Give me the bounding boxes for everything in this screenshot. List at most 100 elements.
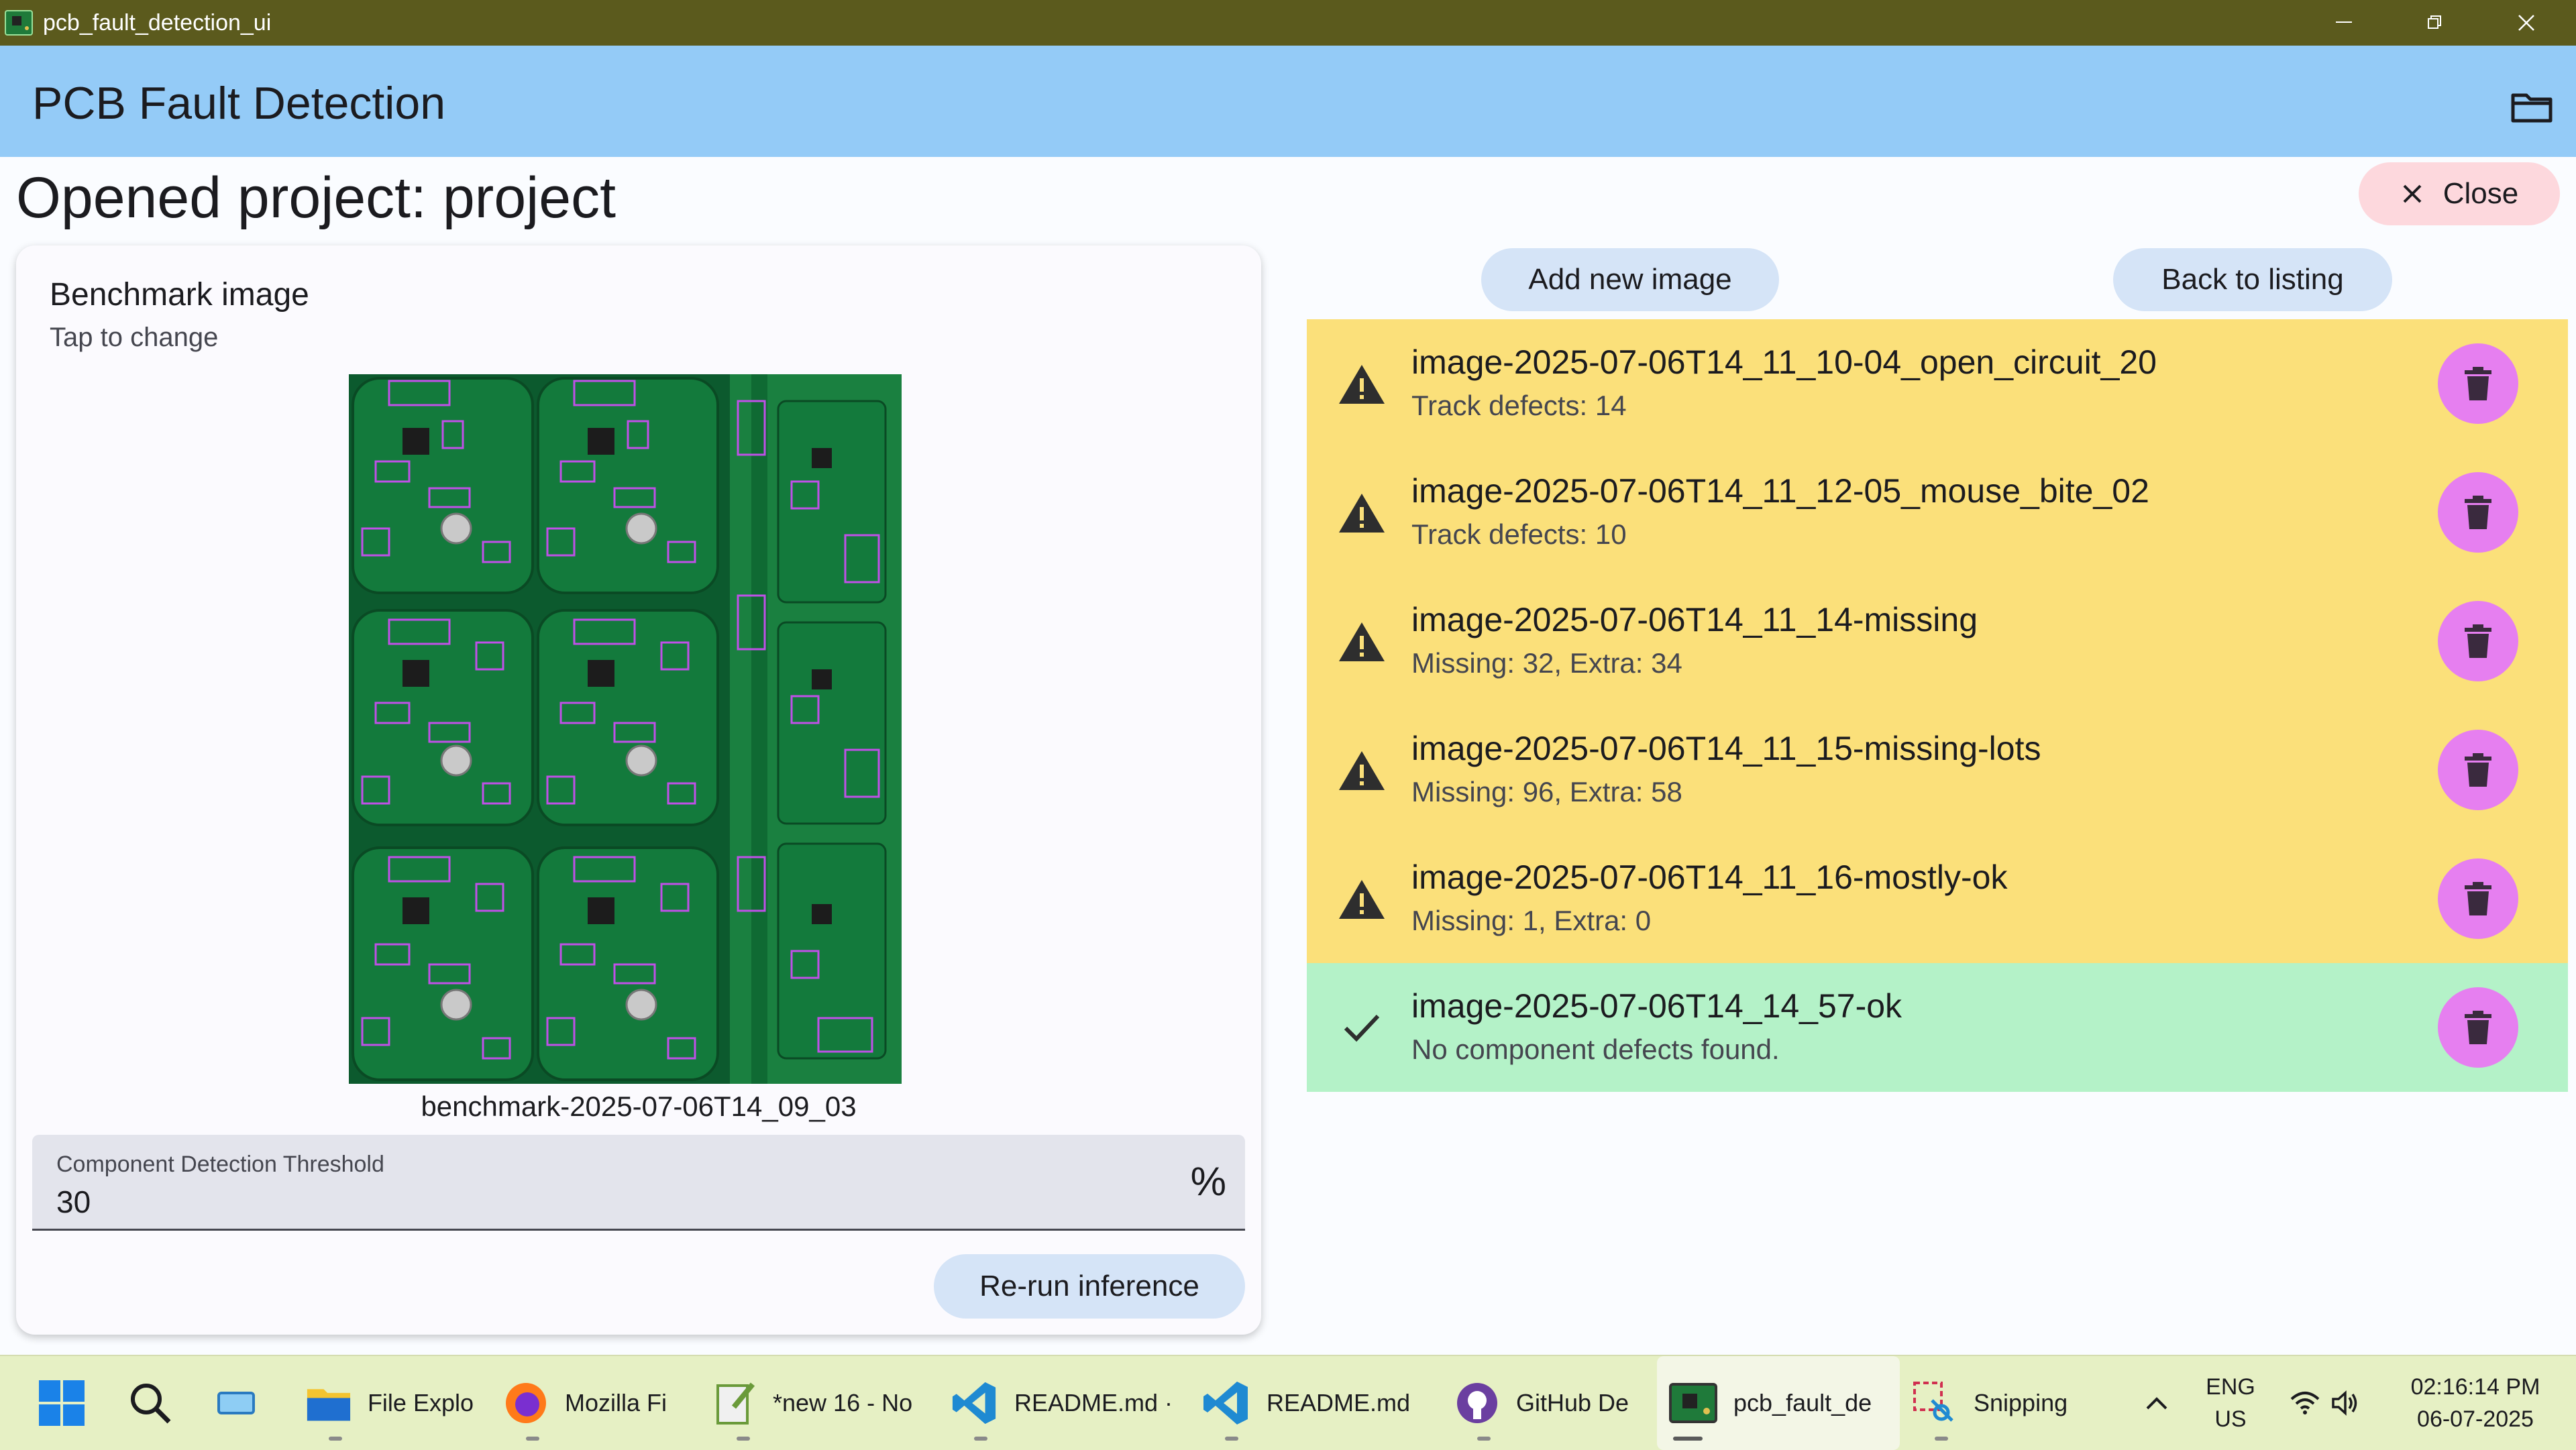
- minimize-button[interactable]: [2298, 0, 2390, 46]
- delete-button[interactable]: [2438, 601, 2518, 681]
- pcb-app-icon: [5, 10, 33, 36]
- close-label: Close: [2443, 177, 2519, 210]
- search-button[interactable]: [127, 1356, 188, 1450]
- threshold-input[interactable]: 30: [56, 1183, 91, 1221]
- threshold-field[interactable]: Component Detection Threshold 30 %: [32, 1135, 1245, 1231]
- restore-icon: [2428, 15, 2441, 29]
- file-explorer-icon: [307, 1389, 351, 1421]
- list-item[interactable]: image-2025-07-06T14_11_12-05_mouse_bite_…: [1307, 448, 2568, 577]
- restore-button[interactable]: [2390, 0, 2481, 46]
- benchmark-subtitle: Tap to change: [50, 323, 219, 352]
- back-to-listing-label: Back to listing: [2161, 263, 2344, 296]
- taskbar-app-firefox[interactable]: Mozilla Fi: [503, 1356, 671, 1450]
- trash-icon: [2465, 367, 2491, 400]
- search-icon: [131, 1384, 171, 1424]
- task-view-icon: [217, 1392, 255, 1414]
- check-icon: [1334, 1002, 1390, 1053]
- taskbar-label: *new 16 - No: [773, 1389, 913, 1416]
- rerun-inference-button[interactable]: Re-run inference: [934, 1254, 1245, 1319]
- trash-icon: [2465, 882, 2491, 915]
- language-indicator[interactable]: ENG US: [2194, 1356, 2267, 1450]
- percent-suffix: %: [1190, 1159, 1226, 1204]
- app-title: PCB Fault Detection: [32, 78, 446, 129]
- benchmark-card[interactable]: Benchmark image Tap to change benchmark-…: [16, 245, 1261, 1335]
- chevron-up-icon: [2146, 1397, 2167, 1410]
- pcb-image: [349, 374, 902, 1084]
- delete-button[interactable]: [2438, 987, 2518, 1068]
- taskbar-label: pcb_fault_de: [1733, 1389, 1872, 1416]
- image-title: image-2025-07-06T14_11_15-missing-lots: [1411, 730, 2041, 767]
- rerun-label: Re-run inference: [979, 1270, 1199, 1302]
- taskbar-app-file-explorer[interactable]: File Explo: [306, 1356, 474, 1450]
- page-title: Opened project: project: [16, 166, 616, 230]
- benchmark-image[interactable]: [349, 374, 902, 1084]
- volume-icon: [2332, 1390, 2357, 1416]
- threshold-label: Component Detection Threshold: [56, 1152, 384, 1177]
- show-hidden-icons-button[interactable]: [2133, 1356, 2180, 1450]
- running-indicator: [1225, 1437, 1238, 1441]
- taskbar-app-vscode-1[interactable]: README.md ·: [951, 1356, 1173, 1450]
- window-close-icon: [2518, 15, 2534, 31]
- image-title: image-2025-07-06T14_11_10-04_open_circui…: [1411, 343, 2157, 381]
- image-status: Track defects: 14: [1411, 390, 1627, 421]
- running-indicator: [974, 1437, 987, 1441]
- list-item[interactable]: image-2025-07-06T14_11_15-missing-lots M…: [1307, 706, 2568, 834]
- image-list: image-2025-07-06T14_11_10-04_open_circui…: [1307, 319, 2568, 1092]
- delete-button[interactable]: [2438, 858, 2518, 939]
- taskbar-label: Snipping: [1974, 1389, 2068, 1416]
- delete-button[interactable]: [2438, 343, 2518, 424]
- taskbar-app-vscode-2[interactable]: README.md: [1202, 1356, 1424, 1450]
- taskbar-label: File Explo: [367, 1389, 474, 1416]
- warning-icon: [1334, 744, 1390, 795]
- open-folder-button[interactable]: [2500, 80, 2564, 134]
- taskbar-app-github-desktop[interactable]: GitHub De: [1454, 1356, 1649, 1450]
- add-new-image-label: Add new image: [1528, 263, 1732, 296]
- running-indicator: [1673, 1437, 1703, 1441]
- start-button[interactable]: [38, 1356, 98, 1450]
- close-project-button[interactable]: Close: [2359, 162, 2560, 225]
- image-status: No component defects found.: [1411, 1034, 1780, 1065]
- network-volume-button[interactable]: [2281, 1356, 2368, 1450]
- add-new-image-button[interactable]: Add new image: [1481, 248, 1779, 311]
- list-item[interactable]: image-2025-07-06T14_11_10-04_open_circui…: [1307, 319, 2568, 448]
- taskbar-label: README.md: [1267, 1389, 1411, 1416]
- minimize-icon: [2336, 21, 2352, 23]
- benchmark-filename: benchmark-2025-07-06T14_09_03: [421, 1091, 857, 1122]
- delete-button[interactable]: [2438, 472, 2518, 553]
- firefox-icon: [506, 1383, 546, 1423]
- taskbar: File Explo Mozilla Fi *new 16 - No READM…: [0, 1355, 2576, 1450]
- image-title: image-2025-07-06T14_14_57-ok: [1411, 987, 1902, 1025]
- clock[interactable]: 02:16:14 PM 06-07-2025: [2388, 1356, 2563, 1450]
- window-close-button[interactable]: [2481, 0, 2572, 46]
- warning-icon: [1334, 616, 1390, 667]
- taskbar-label: GitHub De: [1516, 1389, 1629, 1416]
- running-indicator: [329, 1437, 342, 1441]
- taskbar-app-snipping-tool[interactable]: Snipping: [1912, 1356, 2100, 1450]
- window-title: pcb_fault_detection_ui: [43, 10, 272, 36]
- snipping-tool-icon: [1913, 1382, 1953, 1422]
- back-to-listing-button[interactable]: Back to listing: [2113, 248, 2392, 311]
- vscode-icon: [952, 1382, 996, 1425]
- list-item[interactable]: image-2025-07-06T14_14_57-ok No componen…: [1307, 963, 2568, 1092]
- warning-icon: [1334, 358, 1390, 409]
- task-view-button[interactable]: [215, 1356, 275, 1450]
- pcb-app-icon: [1669, 1383, 1717, 1423]
- trash-icon: [2465, 624, 2491, 658]
- taskbar-app-notepad[interactable]: *new 16 - No: [714, 1356, 915, 1450]
- benchmark-title: Benchmark image: [50, 277, 309, 313]
- warning-icon: [1334, 873, 1390, 924]
- warning-icon: [1334, 487, 1390, 538]
- delete-button[interactable]: [2438, 730, 2518, 810]
- running-indicator: [737, 1437, 750, 1441]
- trash-icon: [2465, 496, 2491, 529]
- image-status: Missing: 96, Extra: 58: [1411, 776, 1682, 807]
- app-bar: PCB Fault Detection: [0, 46, 2576, 157]
- image-status: Missing: 32, Extra: 34: [1411, 647, 1682, 679]
- running-indicator: [1935, 1437, 1948, 1441]
- windows-icon: [39, 1380, 85, 1426]
- list-item[interactable]: image-2025-07-06T14_11_16-mostly-ok Miss…: [1307, 834, 2568, 963]
- list-item[interactable]: image-2025-07-06T14_11_14-missing Missin…: [1307, 577, 2568, 706]
- taskbar-app-pcb-fault-detection[interactable]: pcb_fault_de: [1657, 1356, 1900, 1450]
- trash-icon: [2465, 1011, 2491, 1044]
- image-title: image-2025-07-06T14_11_16-mostly-ok: [1411, 858, 2008, 896]
